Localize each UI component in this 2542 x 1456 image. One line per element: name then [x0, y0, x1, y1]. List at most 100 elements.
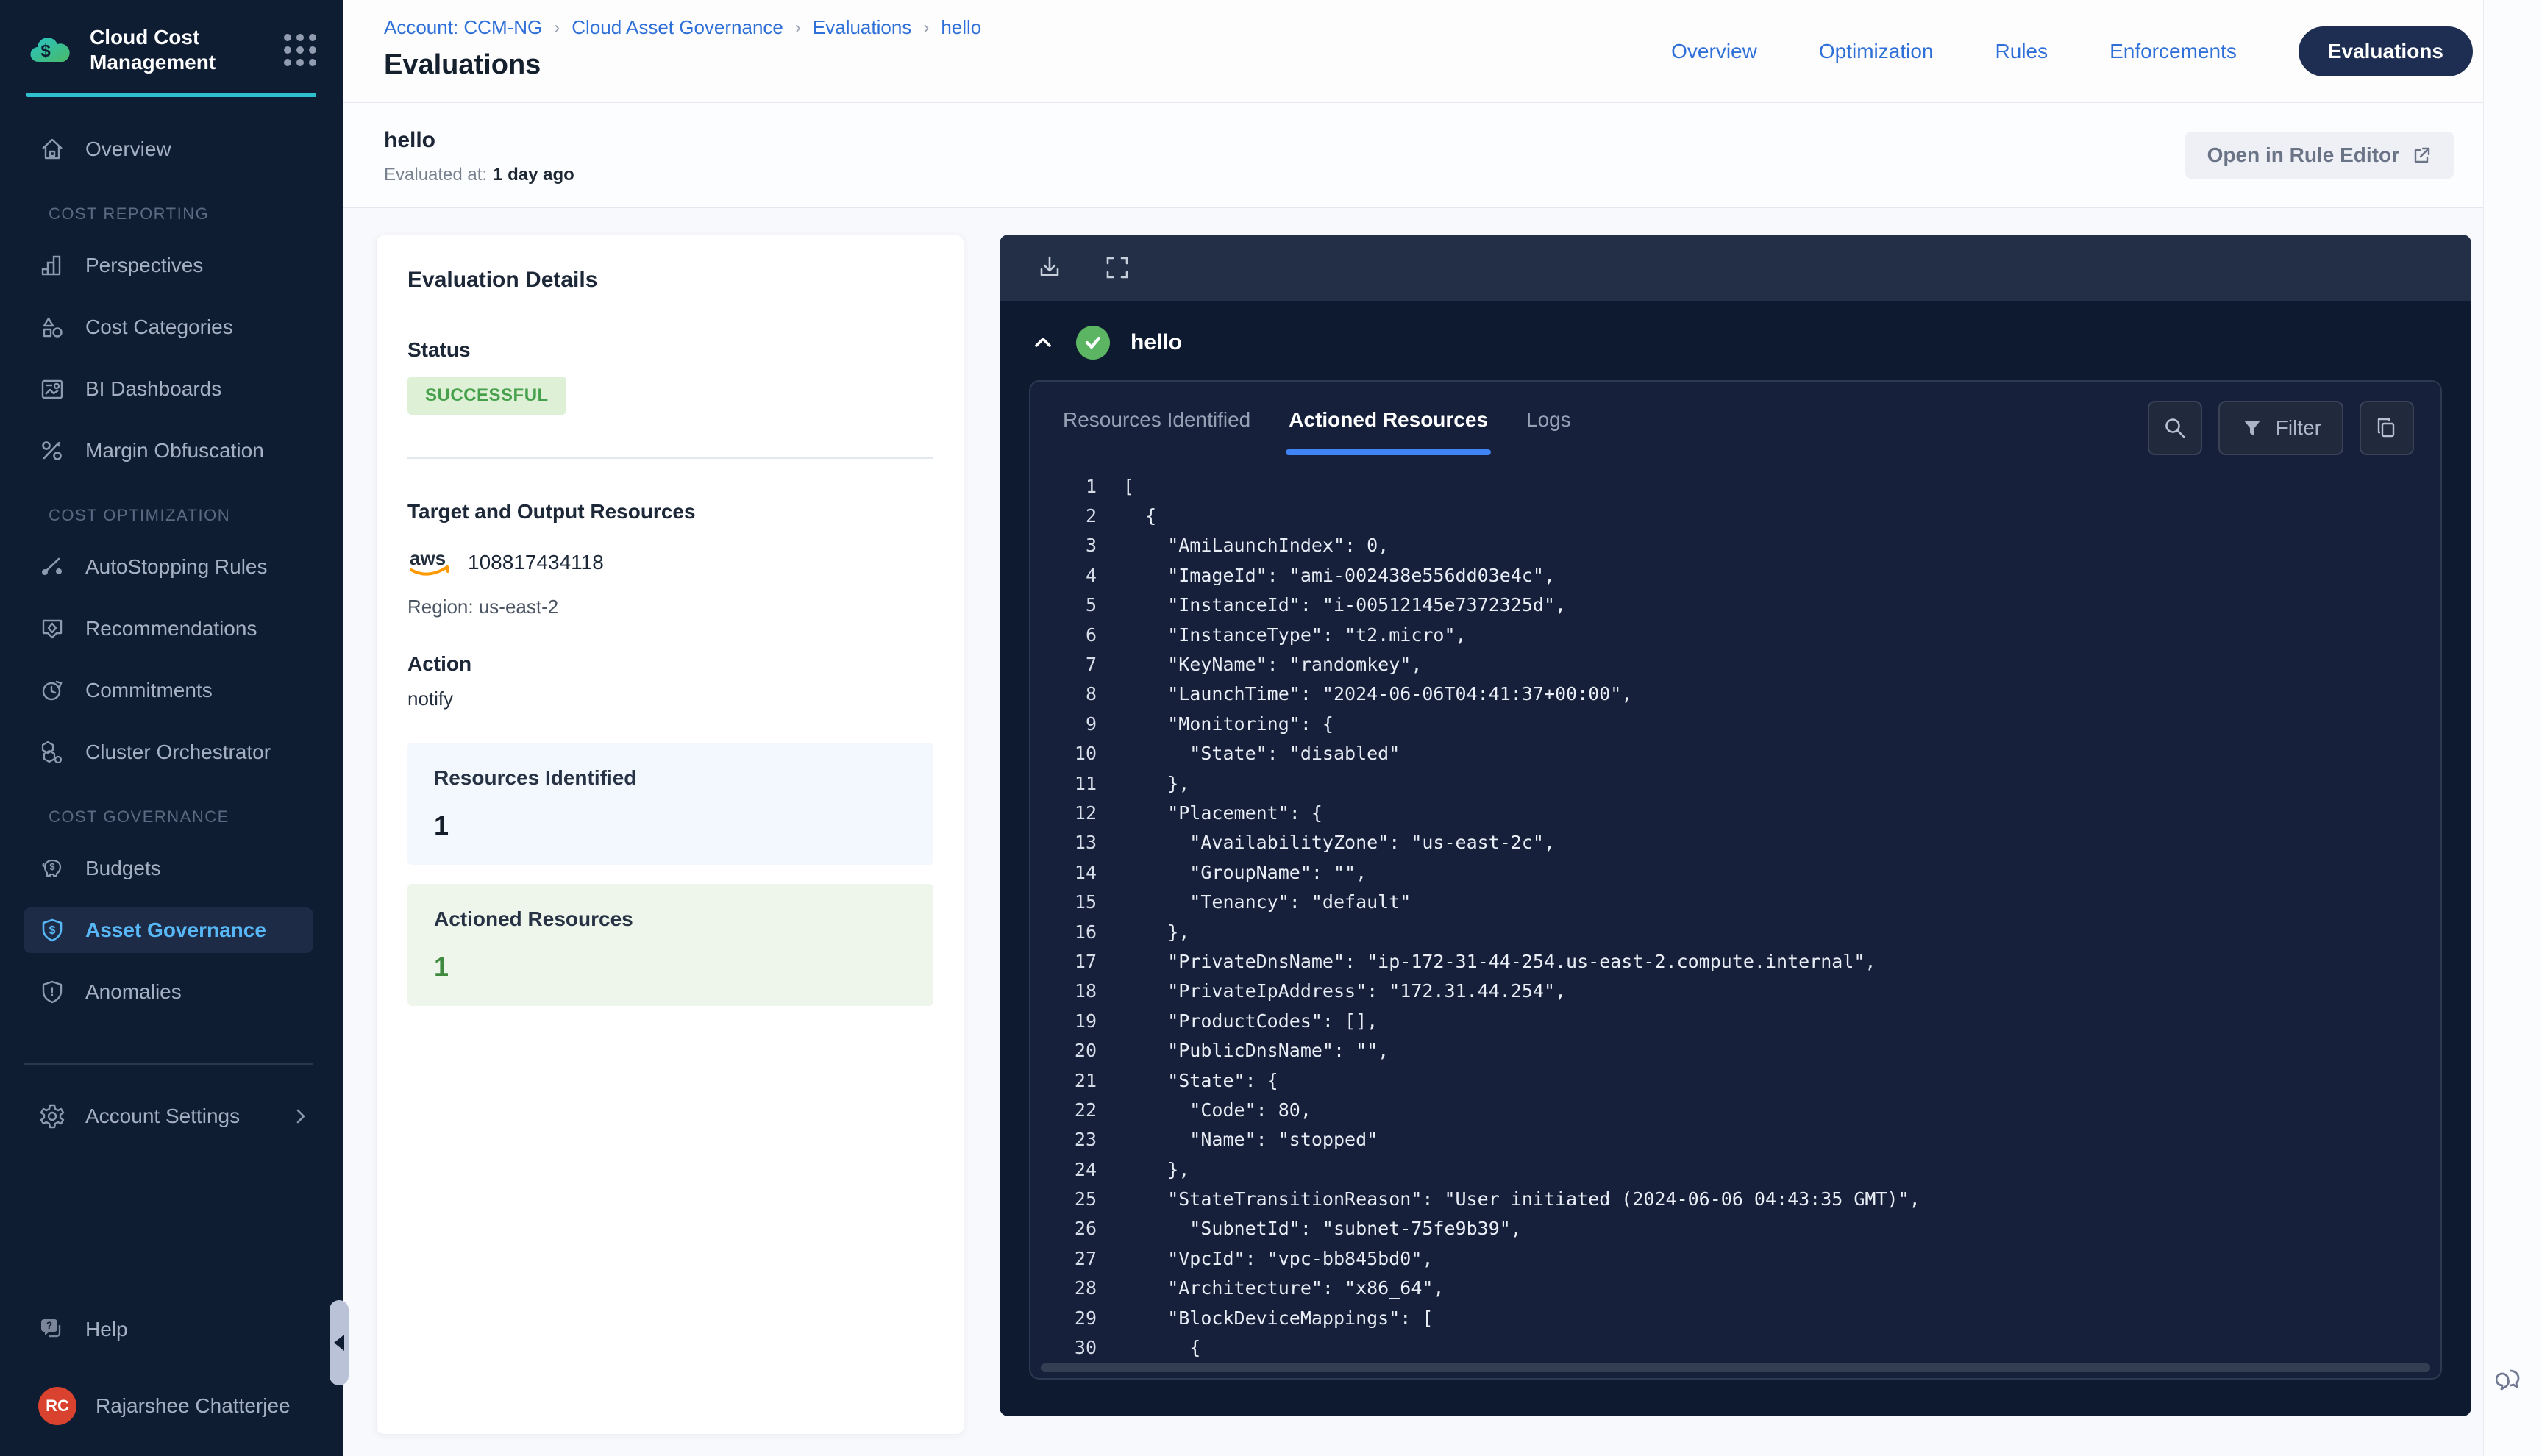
sidebar-user[interactable]: RC Rajarshee Chatterjee: [0, 1382, 343, 1430]
fullscreen-icon[interactable]: [1103, 253, 1132, 282]
sidebar-item-overview[interactable]: Overview: [0, 126, 343, 172]
sidebar-item-margin-obfuscation[interactable]: Margin Obfuscation: [0, 428, 343, 474]
recommendation-badge-icon: [38, 615, 66, 643]
nav-optimization[interactable]: Optimization: [1819, 40, 1934, 63]
code-line: 25 "StateTransitionReason": "User initia…: [1055, 1184, 2440, 1213]
code-line: 19 "ProductCodes": [],: [1055, 1006, 2440, 1035]
breadcrumb-cloud-asset-governance[interactable]: Cloud Asset Governance: [572, 16, 783, 39]
code-line: 10 "State": "disabled": [1055, 739, 2440, 768]
card-divider: [407, 457, 933, 459]
main-area: Account: CCM-NG › Cloud Asset Governance…: [343, 0, 2483, 1456]
viewer-body: hello Resources Identified Actioned Reso…: [1000, 301, 2471, 1416]
svg-text:aws: aws: [410, 547, 446, 569]
code-line: 17 "PrivateDnsName": "ip-172-31-44-254.u…: [1055, 946, 2440, 976]
sidebar-item-anomalies[interactable]: ! Anomalies: [0, 969, 343, 1015]
home-icon: [38, 135, 66, 163]
tabs-row: Resources Identified Actioned Resources …: [1030, 382, 2440, 455]
sidebar-item-account-settings[interactable]: Account Settings: [0, 1093, 343, 1140]
code-line: 20 "PublicDnsName": "",: [1055, 1035, 2440, 1065]
app-logo-row: $ Cloud Cost Management: [0, 0, 343, 75]
nav-enforcements[interactable]: Enforcements: [2110, 40, 2237, 63]
filter-label: Filter: [2276, 416, 2321, 440]
svg-text:$: $: [49, 924, 56, 937]
aws-account-id: 108817434118: [468, 551, 604, 574]
code-line: 13 "AvailabilityZone": "us-east-2c",: [1055, 828, 2440, 857]
evaluation-details-card: Evaluation Details Status SUCCESSFUL Tar…: [376, 235, 964, 1435]
evaluation-subheader: hello Evaluated at:1 day ago Open in Rul…: [343, 103, 2483, 208]
chevron-up-icon[interactable]: [1030, 330, 1055, 355]
breadcrumb-account[interactable]: Account: CCM-NG: [384, 16, 542, 39]
code-line: 14 "GroupName": "",: [1055, 857, 2440, 887]
tab-underline: [1523, 449, 1574, 455]
action-value: notify: [407, 688, 933, 710]
evaluated-at: Evaluated at:1 day ago: [384, 165, 574, 185]
status-label: Status: [407, 338, 933, 362]
nav-overview[interactable]: Overview: [1671, 40, 1757, 63]
filter-button[interactable]: Filter: [2218, 401, 2343, 455]
sidebar: $ Cloud Cost Management Overview COST RE…: [0, 0, 343, 1456]
sidebar-item-label: Perspectives: [85, 254, 203, 277]
code-line: 30 {: [1055, 1332, 2440, 1362]
code-line: 29 "BlockDeviceMappings": [: [1055, 1303, 2440, 1332]
svg-text:?: ?: [46, 1319, 53, 1331]
code-line: 7 "KeyName": "randomkey",: [1055, 649, 2440, 679]
app-switcher-grid-icon[interactable]: [284, 34, 316, 66]
page: $ Cloud Cost Management Overview COST RE…: [0, 0, 2542, 1456]
app-title: Cloud Cost Management: [90, 25, 244, 75]
breadcrumb-current[interactable]: hello: [941, 16, 981, 39]
subheader-left: hello Evaluated at:1 day ago: [384, 125, 574, 185]
sidebar-item-label: Account Settings: [85, 1105, 240, 1128]
right-gutter: [2483, 0, 2542, 1456]
sidebar-item-commitments[interactable]: Commitments: [0, 668, 343, 713]
sidebar-item-cluster-orchestrator[interactable]: Cluster Orchestrator: [0, 729, 343, 775]
sidebar-nav: Overview COST REPORTING Perspectives Cos…: [0, 126, 343, 1015]
breadcrumb-evaluations[interactable]: Evaluations: [813, 16, 911, 39]
nav-evaluations-active[interactable]: Evaluations: [2299, 26, 2473, 76]
sidebar-item-label: AutoStopping Rules: [85, 555, 268, 579]
sidebar-item-label: Overview: [85, 138, 171, 161]
tab-resources-identified[interactable]: Resources Identified: [1060, 401, 1253, 455]
evaluation-row-header[interactable]: hello: [1000, 301, 2471, 380]
code-line: 18 "PrivateIpAddress": "172.31.44.254",: [1055, 977, 2440, 1006]
autostopping-icon: [38, 553, 66, 581]
shield-alert-icon: !: [38, 978, 66, 1006]
sidebar-item-autostopping-rules[interactable]: AutoStopping Rules: [0, 544, 343, 590]
breadcrumb-separator-icon: ›: [923, 18, 929, 38]
viewer-evaluation-name: hello: [1131, 330, 1182, 355]
sidebar-item-help[interactable]: ? Help: [0, 1306, 343, 1353]
copy-button[interactable]: [2360, 401, 2414, 455]
download-icon[interactable]: [1035, 253, 1064, 282]
tab-actioned-resources[interactable]: Actioned Resources: [1286, 401, 1491, 455]
code-line: 6 "InstanceType": "t2.micro",: [1055, 620, 2440, 649]
code-line: 23 "Name": "stopped": [1055, 1125, 2440, 1155]
svg-text:$: $: [49, 861, 55, 872]
code-line: 9 "Monitoring": {: [1055, 709, 2440, 738]
breadcrumb-separator-icon: ›: [795, 18, 801, 38]
evaluated-at-value: 1 day ago: [493, 165, 574, 185]
code-editor[interactable]: 1[ 2 { 3 "AmiLaunchIndex": 0, 4 "ImageId…: [1030, 471, 2440, 1363]
sidebar-item-recommendations[interactable]: Recommendations: [0, 606, 343, 652]
tab-logs[interactable]: Logs: [1523, 401, 1574, 455]
sidebar-item-label: Recommendations: [85, 617, 257, 640]
sidebar-collapse-handle[interactable]: [330, 1300, 349, 1385]
sidebar-item-budgets[interactable]: $ Budgets: [0, 846, 343, 891]
sidebar-item-perspectives[interactable]: Perspectives: [0, 243, 343, 288]
code-line: 22 "Code": 80,: [1055, 1095, 2440, 1124]
breadcrumb-separator-icon: ›: [554, 18, 560, 38]
code-line: 2 {: [1055, 501, 2440, 530]
nav-rules[interactable]: Rules: [1995, 40, 2048, 63]
sidebar-item-label: Commitments: [85, 679, 213, 702]
horizontal-scrollbar[interactable]: [1041, 1363, 2430, 1372]
sidebar-item-label: Anomalies: [85, 980, 182, 1004]
target-resources-label: Target and Output Resources: [407, 500, 933, 524]
feedback-chat-icon[interactable]: [2496, 1363, 2531, 1399]
code-line: 26 "SubnetId": "subnet-75fe9b39",: [1055, 1214, 2440, 1243]
open-in-rule-editor-button[interactable]: Open in Rule Editor: [2185, 132, 2454, 179]
resources-identified-label: Resources Identified: [434, 766, 907, 790]
sidebar-item-cost-categories[interactable]: Cost Categories: [0, 304, 343, 350]
sidebar-item-asset-governance[interactable]: $ Asset Governance: [24, 907, 313, 953]
search-button[interactable]: [2148, 401, 2202, 455]
sidebar-item-bi-dashboards[interactable]: BI Dashboards: [0, 366, 343, 412]
resources-panel: Resources Identified Actioned Resources …: [1029, 380, 2442, 1380]
module-accent-line: [26, 93, 316, 97]
